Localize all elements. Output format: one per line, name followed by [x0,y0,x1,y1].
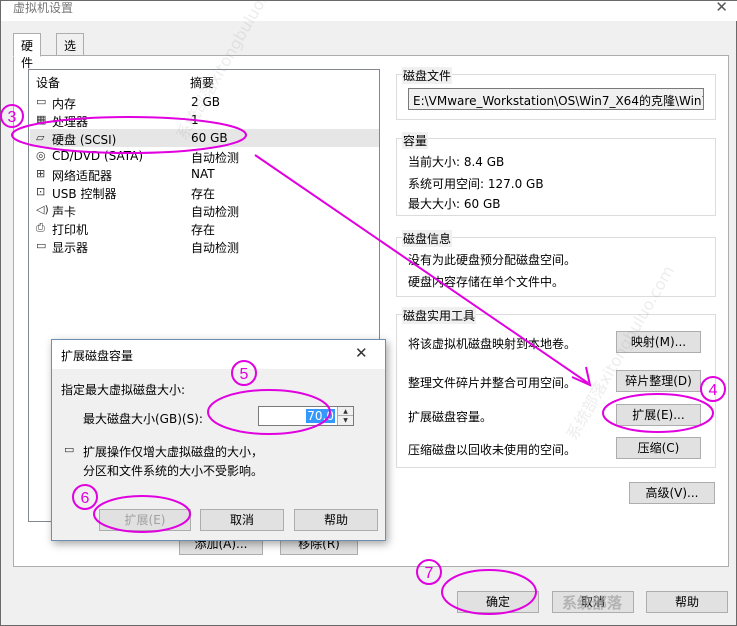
network-adapter-icon: ⊞ [36,167,46,180]
compact-button[interactable]: 压缩(C) [616,437,701,459]
dialog-help-button[interactable]: 帮助 [294,509,378,531]
defrag-text: 整理文件碎片并整合可用空间。 [408,376,577,390]
device-row-printer[interactable]: ⎙ 打印机 存在 [30,219,379,237]
stepper-up-icon[interactable]: ▲ [337,407,353,416]
ok-button[interactable]: 确定 [457,591,539,613]
column-summary[interactable]: 摘要 [190,74,214,91]
disk-file-path[interactable]: E:\VMware_Workstation\OS\Win7_X64的克隆\Win… [408,88,704,110]
window-title: 虚拟机设置 [13,1,74,15]
device-name: USB 控制器 [52,187,117,201]
device-summary: 存在 [191,187,216,201]
dialog-cancel-button[interactable]: 取消 [200,509,284,531]
size-label: 最大磁盘大小(GB)(S): [83,412,203,426]
max-size: 最大大小: 60 GB [408,197,501,211]
dialog-title: 扩展磁盘容量 [61,349,134,363]
window-titlebar: 虚拟机设置 ✕ [1,0,737,21]
help-button[interactable]: 帮助 [646,591,728,613]
advanced-button[interactable]: 高级(V)... [629,482,715,504]
device-row-network-adapter[interactable]: ⊞ 网络适配器 NAT [30,165,379,183]
memory-icon: ▭ [36,95,47,108]
device-summary: NAT [191,167,215,181]
cd-dvd-icon: ◎ [36,149,46,162]
hard-disk-icon: ▱ [36,131,45,144]
map-button[interactable]: 映射(M)... [616,331,701,353]
device-row-memory[interactable]: ▭ 内存 2 GB [30,93,379,111]
info-icon: ▭ [64,443,75,456]
device-name: CD/DVD (SATA) [52,149,144,163]
sound-card-icon: ◁) [36,203,49,216]
cancel-button[interactable]: 取消 [552,591,634,613]
compact-text: 压缩磁盘以回收未使用的空间。 [408,443,577,457]
device-summary: 存在 [191,223,216,237]
device-row-usb-controller[interactable]: ⊡ USB 控制器 存在 [30,183,379,201]
device-name: 内存 [52,97,77,111]
expand-text: 扩展磁盘容量。 [408,410,493,424]
device-name: 处理器 [52,115,89,129]
current-size: 当前大小: 8.4 GB [408,155,505,169]
dialog-prompt: 指定最大虚拟磁盘大小: [61,383,186,397]
disk-info-line2: 硬盘内容存储在单个文件中。 [408,275,565,289]
note-line2: 分区和文件系统的大小不受影响。 [83,464,264,478]
usb-icon: ⊡ [36,185,46,198]
dialog-expand-button[interactable]: 扩展(E) [99,509,191,531]
capacity-title: 容量 [402,132,429,149]
disk-file-title: 磁盘文件 [402,67,453,84]
dialog-titlebar: 扩展磁盘容量 ✕ [52,340,385,369]
device-row-processor[interactable]: ▦ 处理器 1 [30,111,379,129]
size-value[interactable]: 70.0 [306,409,335,423]
device-name: 网络适配器 [52,169,113,183]
device-summary: 自动检测 [191,205,240,219]
defrag-button[interactable]: 碎片整理(D) [616,370,701,392]
size-stepper[interactable]: 70.0 ▲ ▼ [258,406,354,426]
printer-icon: ⎙ [36,221,45,234]
stepper-down-icon[interactable]: ▼ [337,416,353,425]
device-summary: 2 GB [191,95,220,109]
available-space: 系统可用空间: 127.0 GB [408,177,544,191]
device-name: 硬盘 (SCSI) [52,133,117,147]
disk-utilities-title: 磁盘实用工具 [402,307,477,324]
map-text: 将该虚拟机磁盘映射到本地卷。 [408,337,577,351]
device-name: 打印机 [52,223,89,237]
tab-options[interactable]: 选项 [56,33,85,70]
display-icon: ▭ [36,239,47,252]
device-row-cd-dvd[interactable]: ◎ CD/DVD (SATA) 自动检测 [30,147,379,165]
device-row-display[interactable]: ▭ 显示器 自动检测 [30,237,379,255]
device-row-hard-disk[interactable]: ▱ 硬盘 (SCSI) 60 GB [30,129,379,147]
expand-button[interactable]: 扩展(E)... [616,404,701,426]
device-summary: 1 [191,113,199,127]
window-close-icon[interactable]: ✕ [715,0,728,16]
device-name: 显示器 [52,241,89,255]
tab-hardware[interactable]: 硬件 [13,33,42,70]
device-summary: 自动检测 [191,241,240,255]
device-list-header: 设备 摘要 [29,70,379,90]
column-device[interactable]: 设备 [36,74,60,91]
processor-icon: ▦ [36,113,47,126]
device-summary: 60 GB [191,131,228,145]
disk-info-title: 磁盘信息 [402,230,453,247]
dialog-close-icon[interactable]: ✕ [355,344,368,362]
disk-info-line1: 没有为此硬盘预分配磁盘空间。 [408,253,577,267]
note-line1: 扩展操作仅增大虚拟磁盘的大小， [83,445,264,459]
device-summary: 自动检测 [191,151,240,165]
device-row-sound-card[interactable]: ◁) 声卡 自动检测 [30,201,379,219]
device-name: 声卡 [52,205,77,219]
expand-disk-dialog: 扩展磁盘容量 ✕ 指定最大虚拟磁盘大小: 最大磁盘大小(GB)(S): 70.0… [51,339,386,541]
vm-settings-window: 虚拟机设置 ✕ 硬件 选项 设备 摘要 ▭ 内存 2 GB ▦ 处理器 1 ▱ … [0,0,737,626]
